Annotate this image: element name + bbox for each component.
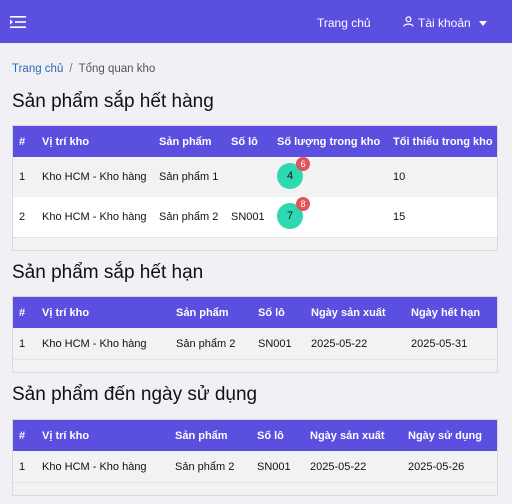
section-title-expiring: Sản phẩm sắp hết hạn — [12, 262, 204, 283]
column-header: Số lượng trong kho — [277, 135, 381, 148]
column-header: Vị trí kho — [42, 135, 90, 148]
column-header: Sản phẩm — [159, 135, 212, 148]
hamburger-menu-icon[interactable] — [10, 15, 26, 29]
table-row: 1 Kho HCM - Kho hàng Sản phẩm 1 4 6 10 — [13, 156, 497, 197]
low-stock-table: # Vị trí kho Sản phẩm Số lô Số lượng tro… — [13, 126, 497, 237]
lot-cell: SN001 — [231, 211, 265, 223]
nav-home-link[interactable]: Trang chủ — [317, 16, 371, 30]
breadcrumb-current: Tổng quan kho — [78, 63, 156, 75]
column-header: Vị trí kho — [42, 306, 90, 319]
location-cell: Kho HCM - Kho hàng — [42, 211, 147, 223]
account-dropdown[interactable]: Tài khoản — [403, 16, 487, 30]
expiring-table-card: # Vị trí kho Sản phẩm Số lô Ngày sản xuấ… — [12, 296, 498, 373]
breadcrumb-home-link[interactable]: Trang chủ — [12, 63, 63, 75]
column-header: Sản phẩm — [176, 306, 229, 319]
use-by-table-card: # Vị trí kho Sản phẩm Số lô Ngày sản xuấ… — [12, 419, 498, 496]
quantity-cell: 7 8 — [271, 196, 387, 237]
table-footer — [13, 237, 497, 250]
product-cell: Sản phẩm 2 — [175, 460, 235, 473]
quantity-badge: 8 — [296, 196, 310, 211]
column-header: Sản phẩm — [175, 429, 228, 442]
row-number: 1 — [19, 460, 26, 473]
table-row: 1 Kho HCM - Kho hàng Sản phẩm 2 SN001 20… — [13, 328, 497, 359]
low-stock-table-card: # Vị trí kho Sản phẩm Số lô Số lượng tro… — [12, 125, 498, 251]
quantity-cell: 4 6 — [271, 156, 387, 197]
product-cell: Sản phẩm 1 — [159, 171, 219, 183]
column-header: Ngày hết hạn — [411, 306, 481, 319]
row-number: 2 — [19, 211, 26, 223]
column-header: # — [19, 306, 26, 319]
manufacture-date-cell: 2025-05-22 — [310, 460, 367, 473]
product-cell: Sản phẩm 2 — [159, 211, 219, 223]
column-header: # — [19, 429, 26, 442]
location-cell: Kho HCM - Kho hàng — [42, 337, 147, 350]
table-row: 1 Kho HCM - Kho hàng Sản phẩm 2 SN001 20… — [13, 451, 497, 482]
quantity-badge: 6 — [296, 156, 310, 171]
lot-cell: SN001 — [258, 337, 292, 350]
column-header: Số lô — [231, 135, 258, 148]
table-footer — [13, 482, 497, 495]
column-header: Ngày sử dụng — [408, 429, 482, 442]
table-row: 2 Kho HCM - Kho hàng Sản phẩm 2 SN001 7 … — [13, 196, 497, 237]
column-header: Số lô — [257, 429, 284, 442]
row-number: 1 — [19, 337, 26, 350]
column-header: # — [19, 135, 26, 148]
breadcrumb-separator: / — [69, 63, 73, 75]
lot-cell — [225, 157, 271, 197]
quantity-indicator: 4 6 — [277, 156, 310, 189]
column-header: Số lô — [258, 306, 285, 319]
column-header: Ngày sản xuất — [310, 429, 385, 442]
column-header: Ngày sản xuất — [311, 306, 386, 319]
manufacture-date-cell: 2025-05-22 — [311, 337, 368, 350]
table-footer — [13, 359, 497, 372]
product-cell: Sản phẩm 2 — [176, 337, 236, 350]
quantity-indicator: 7 8 — [277, 196, 310, 229]
top-navbar: Trang chủ Tài khoản — [0, 0, 512, 43]
use-by-table: # Vị trí kho Sản phẩm Số lô Ngày sản xuấ… — [13, 420, 497, 482]
location-cell: Kho HCM - Kho hàng — [42, 171, 147, 183]
min-stock-cell: 10 — [393, 171, 406, 183]
column-header: Tối thiểu trong kho — [393, 135, 493, 148]
location-cell: Kho HCM - Kho hàng — [42, 460, 147, 473]
section-title-use-by: Sản phẩm đến ngày sử dụng — [12, 384, 258, 405]
lot-cell: SN001 — [257, 460, 291, 473]
expiry-date-cell: 2025-05-31 — [411, 337, 468, 350]
chevron-down-icon — [478, 20, 487, 26]
section-title-low-stock: Sản phẩm sắp hết hàng — [12, 91, 214, 112]
expiring-table: # Vị trí kho Sản phẩm Số lô Ngày sản xuấ… — [13, 297, 497, 359]
use-by-date-cell: 2025-05-26 — [408, 460, 465, 473]
account-label: Tài khoản — [418, 16, 471, 30]
min-stock-cell: 15 — [393, 211, 406, 223]
breadcrumb: Trang chủ / Tổng quan kho — [12, 63, 155, 75]
user-icon — [403, 16, 414, 30]
column-header: Vị trí kho — [42, 429, 90, 442]
row-number: 1 — [19, 171, 26, 183]
